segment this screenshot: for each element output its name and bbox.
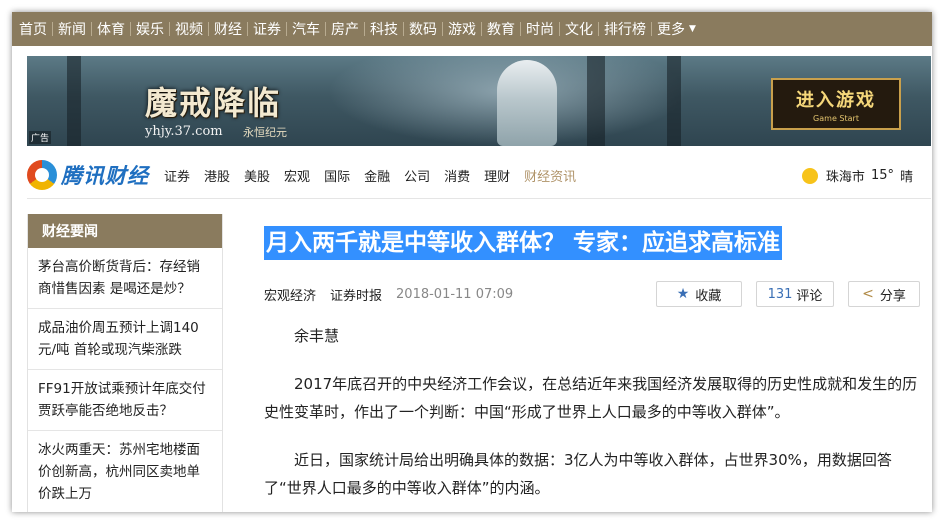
sidebar-news-item[interactable]: FF91开放试乘预计年底交付 贾跃亭能否绝地反击？	[28, 370, 222, 431]
browser-page: 首页 新闻 体育 娱乐 视频 财经 证券 汽车 房产 科技 数码 游戏 教育 时…	[12, 12, 932, 512]
weather-temp: 15°	[870, 168, 894, 183]
top-nav: 首页 新闻 体育 娱乐 视频 财经 证券 汽车 房产 科技 数码 游戏 教育 时…	[12, 12, 932, 46]
channel-wealth[interactable]: 理财	[477, 166, 517, 185]
share-label: 分享	[879, 288, 906, 304]
star-icon: ★	[676, 286, 690, 302]
article-category[interactable]: 宏观经济	[264, 285, 316, 304]
top-nav-sports[interactable]: 体育	[92, 12, 130, 46]
tencent-logo-icon	[27, 160, 57, 190]
channel-finance-news[interactable]: 财经资讯	[517, 166, 583, 185]
article-source[interactable]: 证券时报	[330, 285, 382, 304]
brand-logo[interactable]: 腾讯财经	[27, 160, 149, 190]
top-nav-fashion[interactable]: 时尚	[521, 12, 559, 46]
top-nav-home[interactable]: 首页	[14, 12, 52, 46]
brand-name: 腾讯财经	[61, 164, 149, 188]
sun-icon	[801, 167, 818, 184]
top-nav-digital[interactable]: 数码	[404, 12, 442, 46]
article-paragraph: 近日，国家统计局给出明确具体的数据：3亿人为中等收入群体，占世界30%，用数据回…	[264, 451, 892, 497]
top-nav-more[interactable]: 更多 ▼	[652, 12, 701, 46]
top-nav-video[interactable]: 视频	[170, 12, 208, 46]
channel-nav: 腾讯财经 证券 港股 美股 宏观 国际 金融 公司 消费 理财 财经资讯 珠海市…	[27, 158, 931, 192]
game-start-sublabel: Game Start	[813, 113, 859, 123]
weather-widget: 珠海市 15° 晴	[801, 166, 919, 185]
game-url: yhjy.37.com	[145, 124, 223, 139]
channel-consumer[interactable]: 消费	[437, 166, 477, 185]
sidebar-title: 财经要闻	[28, 214, 222, 248]
weather-desc: 晴	[899, 170, 913, 185]
channel-macro[interactable]: 宏观	[277, 166, 317, 185]
ad-banner[interactable]: 魔戒降临 yhjy.37.com 永恒纪元 广告 进入游戏 Game Start	[27, 56, 931, 146]
comment-label: 评论	[796, 288, 823, 304]
game-start-button[interactable]: 进入游戏 Game Start	[771, 78, 901, 130]
top-nav-stock[interactable]: 证券	[248, 12, 286, 46]
sidebar-top-news: 财经要闻 茅台高价断货背后：存经销商惜售因素 是喝还是炒？ 成品油价周五预计上调…	[27, 214, 223, 512]
channel-hk-stocks[interactable]: 港股	[197, 166, 237, 185]
sidebar-news-item[interactable]: 冰火两重天：苏州宅地楼面价创新高，杭州同区卖地单价跌上万	[28, 431, 222, 512]
channel-us-stocks[interactable]: 美股	[237, 166, 277, 185]
game-logo: 魔戒降临 yhjy.37.com 永恒纪元	[135, 70, 335, 140]
banner-character-image	[497, 60, 557, 146]
banner-tree	[667, 56, 681, 146]
game-start-label: 进入游戏	[796, 89, 876, 111]
top-nav-edu[interactable]: 教育	[482, 12, 520, 46]
article-paragraph: 2017年底召开的中央经济工作会议，在总结近年来我国经济发展取得的历史性成就和发…	[264, 375, 918, 421]
top-nav-games[interactable]: 游戏	[443, 12, 481, 46]
banner-tree	[67, 56, 81, 146]
share-button[interactable]: < 分享	[848, 281, 920, 307]
favorite-label: 收藏	[695, 288, 722, 304]
comment-count: 131	[767, 286, 793, 302]
top-nav-auto[interactable]: 汽车	[287, 12, 325, 46]
article-meta: 宏观经济 证券时报 2018-01-11 07:09 ★ 收藏 131 评论 <…	[264, 280, 924, 308]
article-title: 月入两千就是中等收入群体？ 专家：应追求高标准	[264, 226, 783, 260]
comments-button[interactable]: 131 评论	[756, 281, 834, 307]
top-nav-more-label: 更多	[657, 22, 685, 38]
channel-securities[interactable]: 证券	[157, 166, 197, 185]
channel-banking[interactable]: 金融	[357, 166, 397, 185]
ad-label: 广告	[29, 131, 52, 144]
top-nav-ranking[interactable]: 排行榜	[599, 12, 651, 46]
top-nav-tech[interactable]: 科技	[365, 12, 403, 46]
favorite-button[interactable]: ★ 收藏	[656, 281, 742, 307]
top-nav-house[interactable]: 房产	[326, 12, 364, 46]
channel-companies[interactable]: 公司	[397, 166, 437, 185]
article-body: 余丰慧 2017年底召开的中央经济工作会议，在总结近年来我国经济发展取得的历史性…	[264, 322, 924, 502]
channel-international[interactable]: 国际	[317, 166, 357, 185]
sidebar-news-item[interactable]: 成品油价周五预计上调140元/吨 首轮或现汽柴涨跌	[28, 309, 222, 370]
banner-tree	[587, 56, 605, 146]
top-nav-news[interactable]: 新闻	[53, 12, 91, 46]
article-time: 2018-01-11 07:09	[396, 286, 514, 302]
game-title: 魔戒降临	[145, 84, 282, 122]
weather-city: 珠海市	[825, 170, 865, 185]
share-icon: <	[862, 286, 874, 302]
sidebar-news-item[interactable]: 茅台高价断货背后：存经销商惜售因素 是喝还是炒？	[28, 248, 222, 309]
channel-divider	[27, 198, 931, 199]
top-nav-finance[interactable]: 财经	[209, 12, 247, 46]
top-nav-ent[interactable]: 娱乐	[131, 12, 169, 46]
article: 月入两千就是中等收入群体？ 专家：应追求高标准 宏观经济 证券时报 2018-0…	[264, 226, 924, 512]
article-author: 余丰慧	[294, 327, 340, 345]
top-nav-culture[interactable]: 文化	[560, 12, 598, 46]
game-subtitle: 永恒纪元	[243, 126, 287, 139]
chevron-down-icon: ▼	[689, 24, 696, 34]
